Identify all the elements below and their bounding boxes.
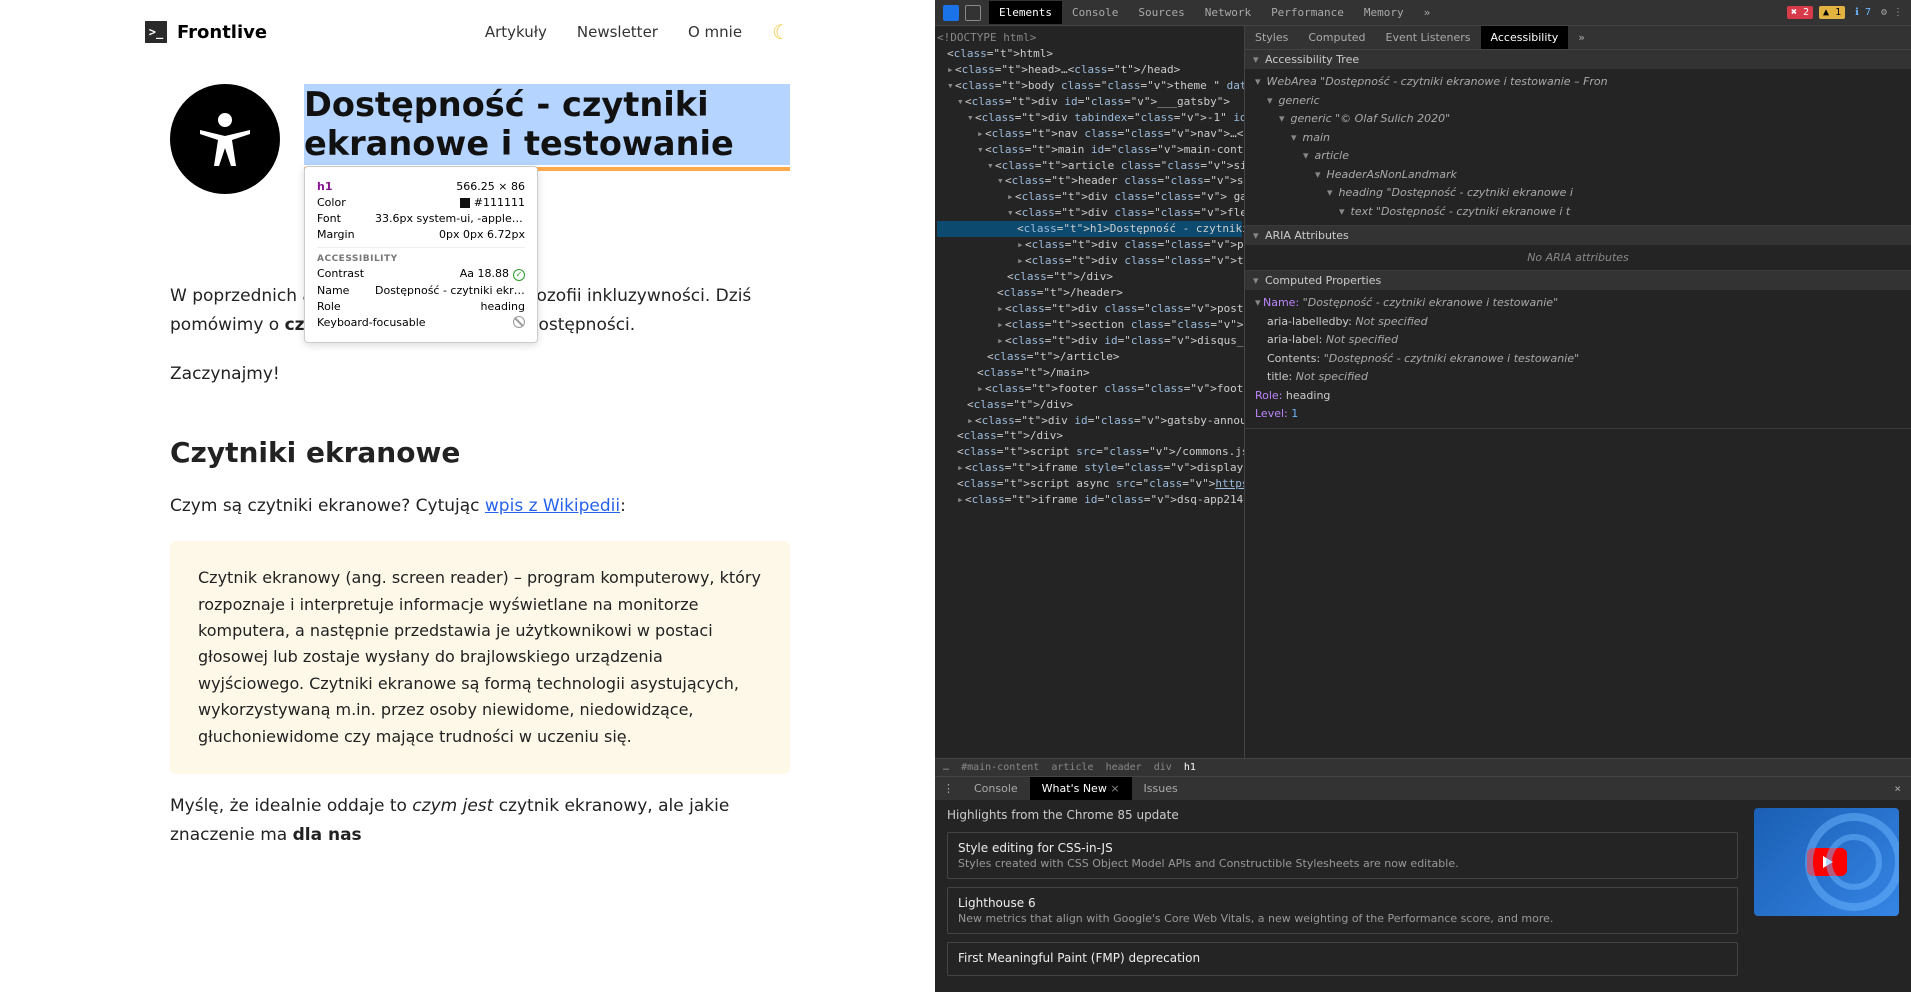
side-tab-more-icon[interactable]: » — [1568, 26, 1595, 49]
tab-performance[interactable]: Performance — [1261, 1, 1354, 24]
article: Dostępność - czytniki ekranowe i testowa… — [0, 44, 935, 850]
accessibility-icon — [170, 84, 280, 194]
devtools-tabs: Elements Console Sources Network Perform… — [989, 1, 1440, 24]
drawer-close-icon[interactable]: × — [1884, 782, 1911, 795]
nav-links: Artykuły Newsletter O mnie ☾ — [485, 20, 790, 44]
whatsnew-title: Highlights from the Chrome 85 update — [947, 808, 1738, 822]
devtools-panel: Elements Console Sources Network Perform… — [935, 0, 1911, 992]
side-tab-computed[interactable]: Computed — [1298, 26, 1375, 49]
aria-header: ARIA Attributes — [1265, 229, 1349, 242]
side-tab-event-listeners[interactable]: Event Listeners — [1376, 26, 1481, 49]
tooltip-role-label: Role — [317, 300, 341, 313]
computed-props-section: ▾Computed Properties ▾Name: "Dostępność … — [1245, 271, 1911, 429]
nav-link-articles[interactable]: Artykuły — [485, 23, 547, 41]
tab-more-icon[interactable]: » — [1414, 1, 1441, 24]
whatsnew-card[interactable]: First Meaningful Paint (FMP) deprecation — [947, 942, 1738, 976]
tab-sources[interactable]: Sources — [1128, 1, 1194, 24]
tab-console[interactable]: Console — [1062, 1, 1128, 24]
nav-link-newsletter[interactable]: Newsletter — [577, 23, 658, 41]
devtools-sidebar: Styles Computed Event Listeners Accessib… — [1245, 26, 1911, 758]
brand[interactable]: >_ Frontlive — [145, 21, 267, 43]
tooltip-margin-label: Margin — [317, 228, 355, 241]
question-paragraph: Czym są czytniki ekranowe? Cytując wpis … — [170, 492, 790, 521]
blockquote: Czytnik ekranowy (ang. screen reader) – … — [170, 541, 790, 774]
warning-badge[interactable]: ▲ 1 — [1819, 6, 1845, 19]
tooltip-tag: h1 — [317, 180, 333, 193]
article-title: Dostępność - czytniki ekranowe i testowa… — [304, 84, 790, 165]
computed-header: Computed Properties — [1265, 274, 1381, 287]
tooltip-contrast-label: Contrast — [317, 267, 364, 281]
tooltip-font-label: Font — [317, 212, 341, 225]
tooltip-font-value: 33.6px system-ui, -apple-system, Robo… — [375, 212, 525, 225]
info-badge[interactable]: ℹ 7 — [1851, 6, 1875, 19]
inspect-element-icon[interactable] — [943, 5, 959, 21]
tooltip-contrast-value: Aa 18.88✓ — [460, 267, 525, 281]
tooltip-name-label: Name — [317, 284, 349, 297]
a11y-tree-header: Accessibility Tree — [1265, 53, 1359, 66]
wikipedia-link[interactable]: wpis z Wikipedii — [485, 496, 620, 516]
article-header: Dostępność - czytniki ekranowe i testowa… — [170, 84, 790, 194]
start-paragraph: Zaczynajmy! — [170, 360, 790, 389]
dom-tree[interactable]: <!DOCTYPE html><class="t">html>▸<class="… — [935, 26, 1245, 758]
brand-logo-icon: >_ — [145, 21, 167, 43]
tooltip-role-value: heading — [481, 300, 525, 313]
kebab-icon[interactable]: ⋮ — [1893, 7, 1903, 18]
tooltip-color-value: #111111 — [460, 196, 525, 209]
side-tab-accessibility[interactable]: Accessibility — [1481, 26, 1569, 49]
tooltip-color-label: Color — [317, 196, 346, 209]
devtools-drawer: ⋮ Console What's New × Issues × Highligh… — [935, 776, 1911, 992]
whatsnew-card[interactable]: Lighthouse 6 New metrics that align with… — [947, 887, 1738, 934]
whatsnew-video-thumbnail[interactable] — [1754, 808, 1899, 916]
a11y-tree-section: ▾Accessibility Tree ▾ WebArea "Dostępnoś… — [1245, 50, 1911, 226]
element-inspector-tooltip: h1 566.25 × 86 Color #111111 Font 33.6px sy… — [304, 166, 538, 343]
devtools-toolbar: Elements Console Sources Network Perform… — [935, 0, 1911, 26]
title-wrap: Dostępność - czytniki ekranowe i testowa… — [304, 84, 790, 171]
drawer-tab-console[interactable]: Console — [962, 777, 1030, 800]
article-body: W poprzednich artykuła…hidden…dach i fil… — [170, 282, 790, 850]
brand-name: Frontlive — [177, 22, 267, 43]
tab-memory[interactable]: Memory — [1354, 1, 1414, 24]
section-heading: Czytniki ekranowe — [170, 429, 790, 477]
devtools-badges: ✖ 2 ▲ 1 ℹ 7 ⚙ ⋮ — [1779, 6, 1911, 19]
side-tab-styles[interactable]: Styles — [1245, 26, 1298, 49]
drawer-kebab-icon[interactable]: ⋮ — [935, 782, 962, 795]
aria-empty: No ARIA attributes — [1245, 245, 1911, 270]
tooltip-margin-value: 0px 0px 6.72px — [439, 228, 525, 241]
tooltip-kf-label: Keyboard-focusable — [317, 316, 426, 329]
drawer-tab-issues[interactable]: Issues — [1132, 777, 1190, 800]
aria-section: ▾ARIA Attributes No ARIA attributes — [1245, 226, 1911, 271]
nav-link-about[interactable]: O mnie — [688, 23, 742, 41]
rendered-page: >_ Frontlive Artykuły Newsletter O mnie … — [0, 0, 935, 992]
site-nav: >_ Frontlive Artykuły Newsletter O mnie … — [0, 0, 935, 44]
tab-network[interactable]: Network — [1195, 1, 1261, 24]
error-badge[interactable]: ✖ 2 — [1787, 6, 1813, 19]
dom-breadcrumbs[interactable]: … #main-content article header div h1 — [935, 758, 1911, 776]
theme-toggle-moon-icon[interactable]: ☾ — [772, 20, 790, 44]
paragraph-3: Myślę, że idealnie oddaje to czym jest c… — [170, 792, 790, 850]
tooltip-dims: 566.25 × 86 — [456, 180, 525, 193]
tooltip-a11y-section: ACCESSIBILITY — [317, 254, 525, 264]
drawer-tab-whatsnew[interactable]: What's New × — [1030, 777, 1132, 800]
whatsnew-card[interactable]: Style editing for CSS-in-JS Styles creat… — [947, 832, 1738, 879]
not-focusable-icon — [513, 316, 525, 328]
gear-icon[interactable]: ⚙ — [1881, 7, 1887, 18]
device-toolbar-icon[interactable] — [965, 5, 981, 21]
tab-elements[interactable]: Elements — [989, 1, 1062, 24]
tooltip-name-value: Dostępność - czytniki ekranowe i test… — [375, 284, 525, 297]
